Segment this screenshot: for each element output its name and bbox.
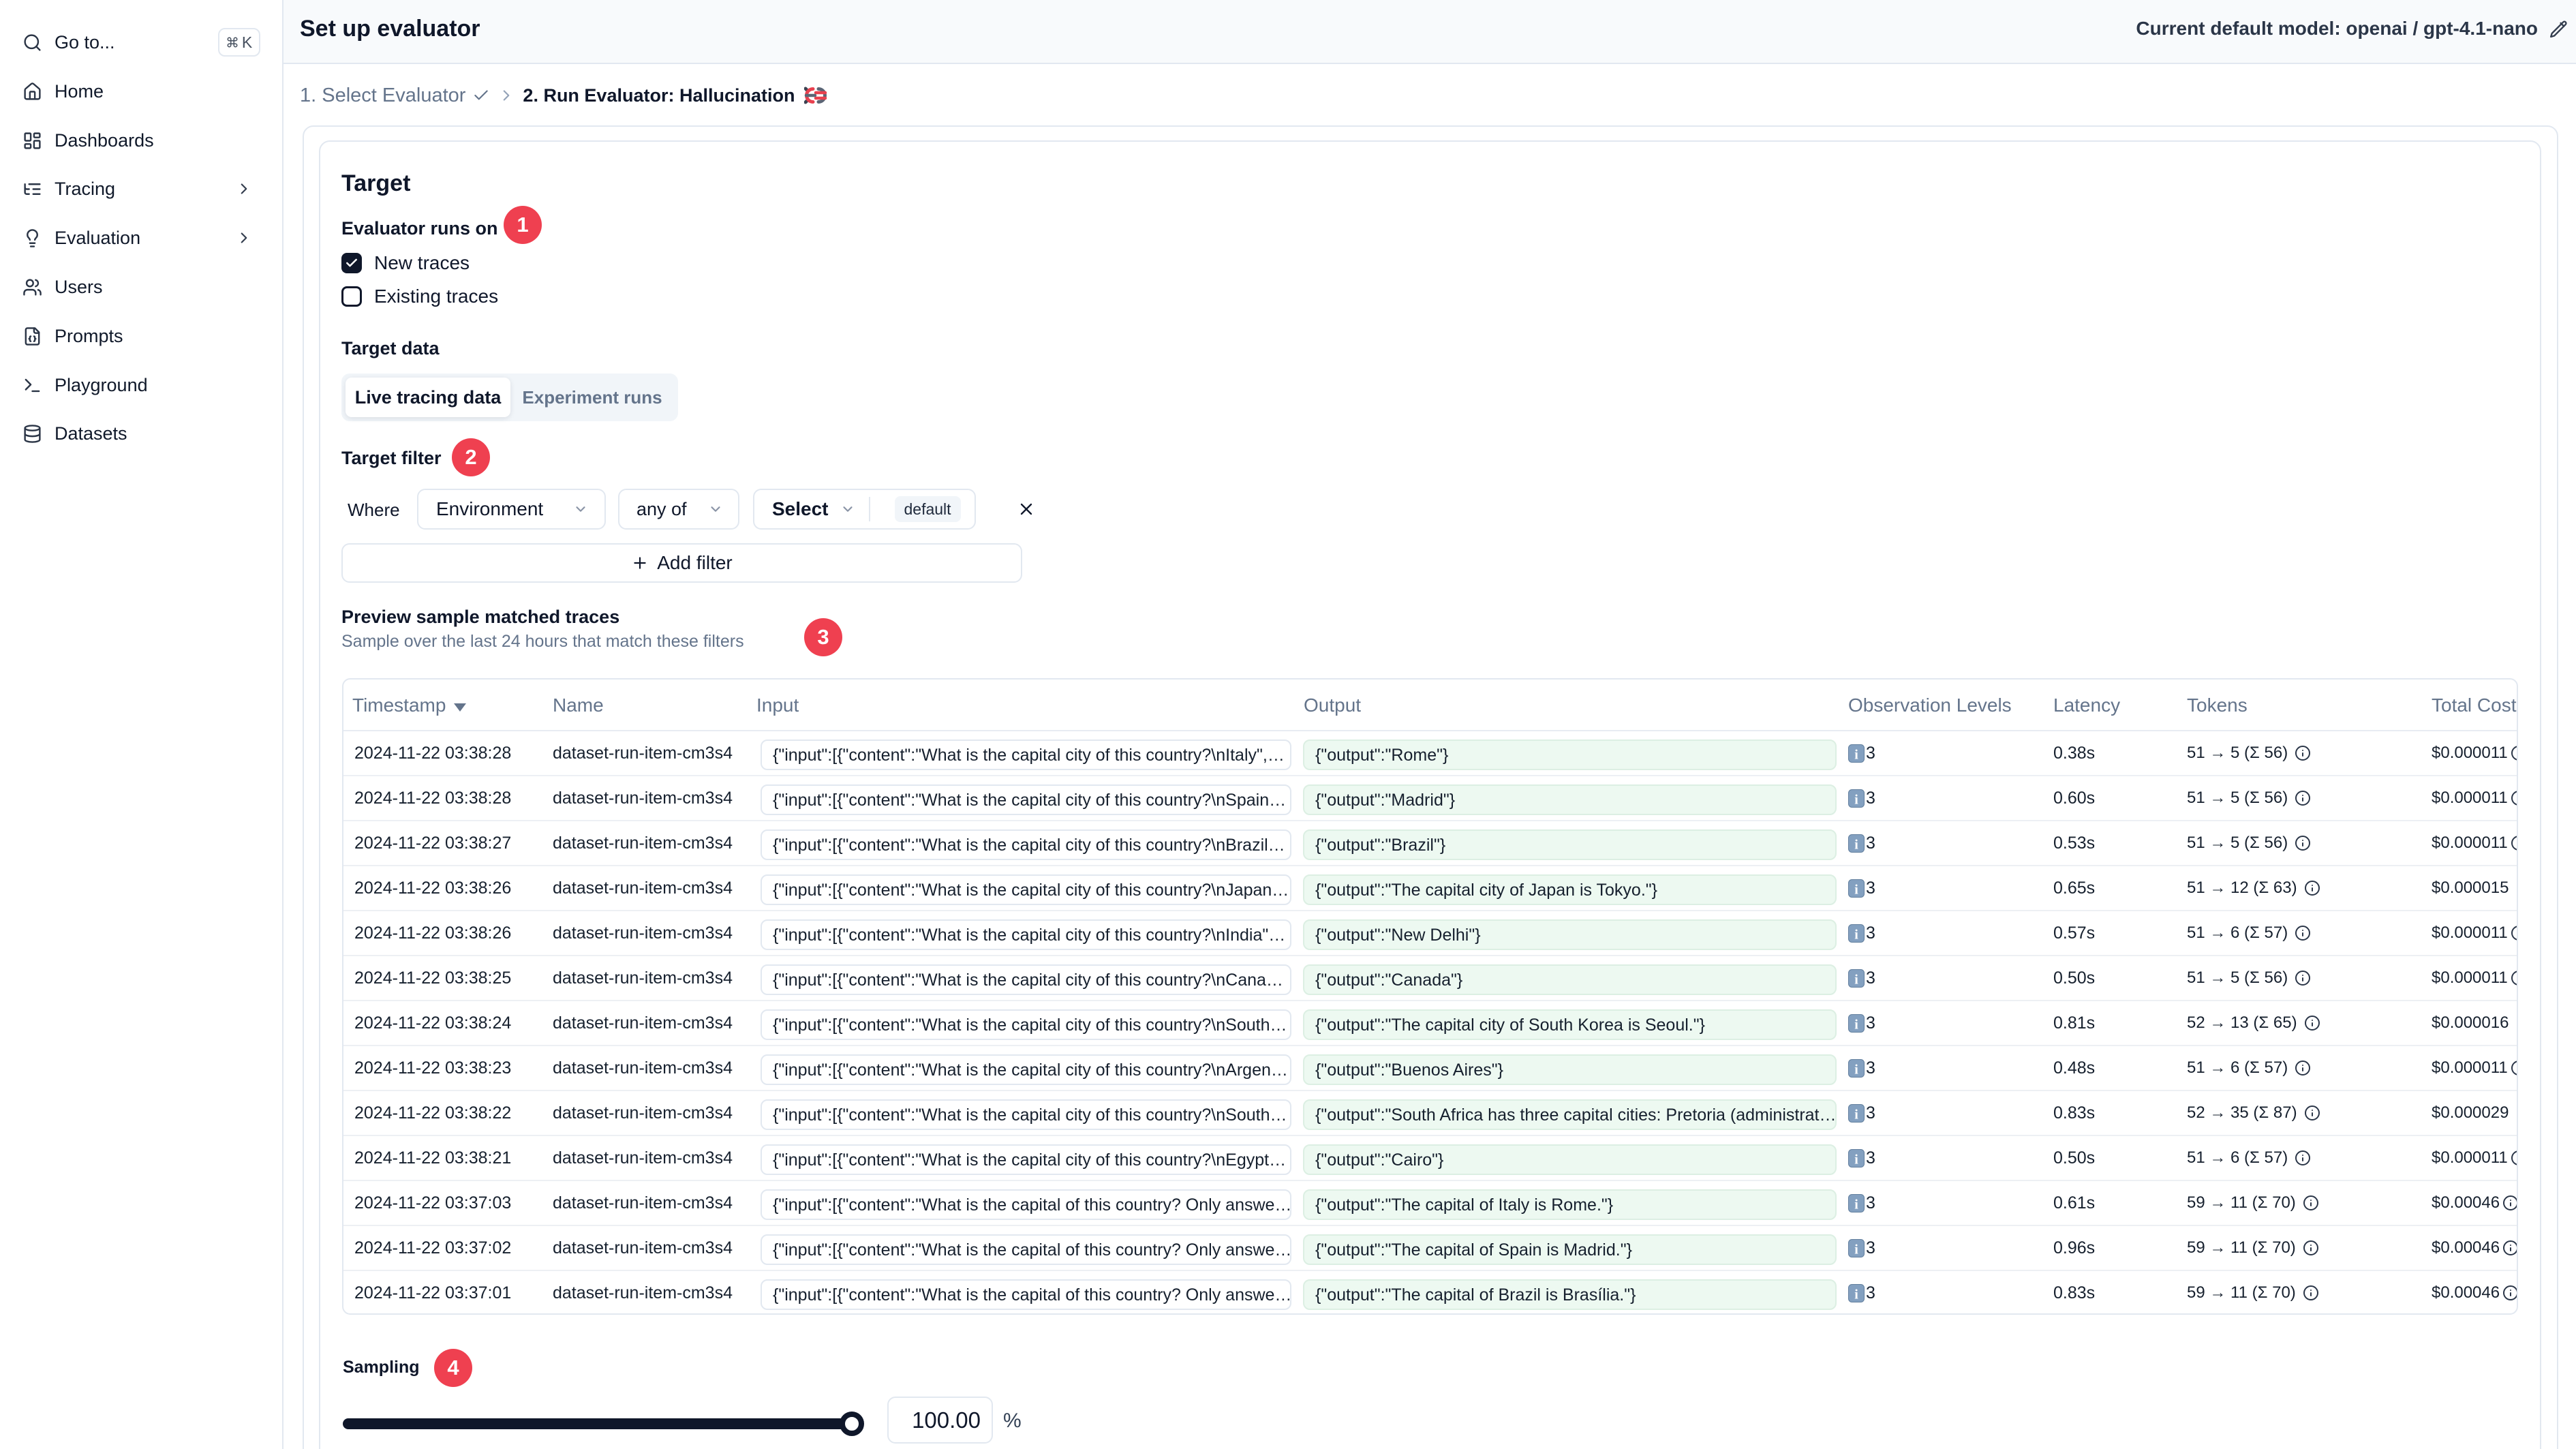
svg-text:i: i bbox=[1854, 1063, 1858, 1078]
svg-text:i: i bbox=[1854, 1287, 1858, 1302]
svg-text:i: i bbox=[1854, 1198, 1858, 1212]
svg-text:i: i bbox=[1854, 1018, 1858, 1033]
svg-text:i: i bbox=[1854, 1153, 1858, 1168]
svg-text:i: i bbox=[1854, 928, 1858, 943]
svg-text:i: i bbox=[1854, 838, 1858, 853]
svg-text:i: i bbox=[1854, 1242, 1858, 1257]
svg-text:i: i bbox=[1854, 793, 1858, 808]
svg-text:i: i bbox=[1854, 1108, 1858, 1123]
svg-text:i: i bbox=[1854, 883, 1858, 898]
svg-text:i: i bbox=[1854, 973, 1858, 988]
svg-text:i: i bbox=[1854, 748, 1858, 763]
